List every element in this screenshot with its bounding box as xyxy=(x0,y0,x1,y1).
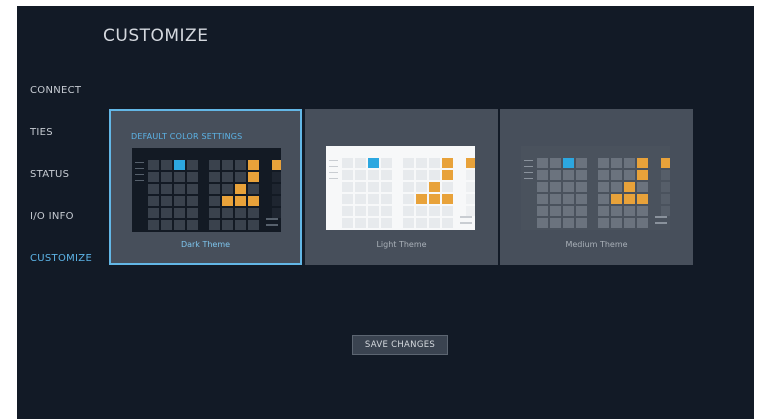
nav-item-customize[interactable]: CUSTOMIZE xyxy=(30,253,92,264)
dark-theme-preview xyxy=(132,148,281,232)
theme-card-medium[interactable]: Medium Theme xyxy=(500,109,693,265)
theme-caption-medium: Medium Theme xyxy=(565,240,628,249)
light-theme-preview xyxy=(326,146,475,230)
nav-item-status[interactable]: STATUS xyxy=(30,169,69,180)
customize-screen: CUSTOMIZE CONNECT TIES STATUS I/O INFO C… xyxy=(17,6,754,419)
nav-item-ties[interactable]: TIES xyxy=(30,127,53,138)
theme-caption-dark: Dark Theme xyxy=(180,240,231,249)
nav-item-io-info[interactable]: I/O INFO xyxy=(30,211,74,222)
medium-theme-preview xyxy=(521,146,670,230)
page-title: CUSTOMIZE xyxy=(103,26,209,46)
nav-item-connect[interactable]: CONNECT xyxy=(30,85,81,96)
theme-card-light[interactable]: Light Theme xyxy=(305,109,498,265)
save-changes-button[interactable]: SAVE CHANGES xyxy=(352,335,448,355)
theme-caption-light: Light Theme xyxy=(376,240,427,249)
default-color-settings-label: DEFAULT COLOR SETTINGS xyxy=(131,132,243,141)
